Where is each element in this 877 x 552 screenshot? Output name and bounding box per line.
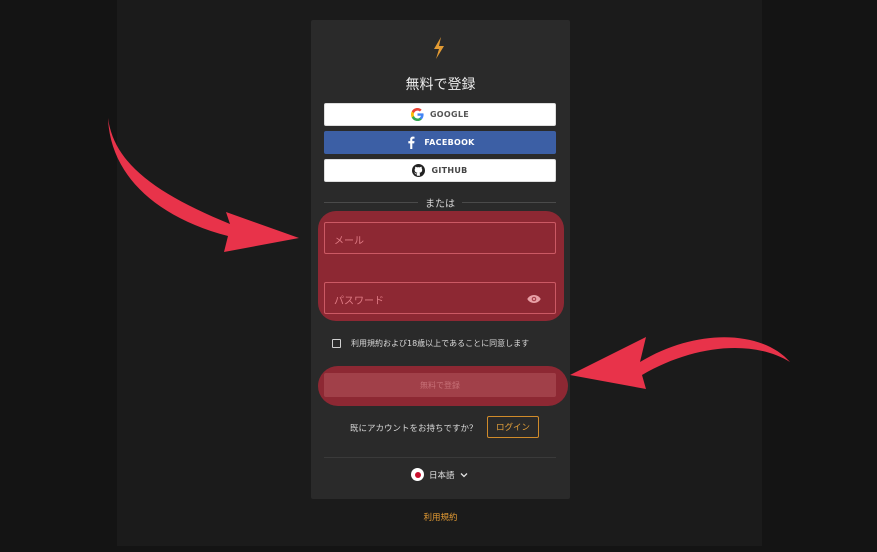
screen: 無料で登録 GOOGLE FACEBOOK GITHUB または メール パスワ… <box>0 0 877 552</box>
agree-label: 利用規約および18歳以上であることに同意します <box>351 339 530 348</box>
terms-link[interactable]: 利用規約 <box>311 511 570 523</box>
email-placeholder: メール <box>334 236 364 247</box>
signup-submit-button[interactable]: 無料で登録 <box>324 373 556 397</box>
chevron-down-icon <box>460 472 467 477</box>
google-signup-button[interactable]: GOOGLE <box>324 103 556 126</box>
or-label: または <box>418 195 462 210</box>
github-icon <box>412 164 426 177</box>
facebook-label: FACEBOOK <box>424 138 475 147</box>
footer-divider <box>324 457 556 458</box>
show-password-icon[interactable] <box>527 293 541 305</box>
japan-flag-icon <box>411 468 424 481</box>
github-signup-button[interactable]: GITHUB <box>324 159 556 182</box>
google-icon <box>410 108 424 121</box>
google-label: GOOGLE <box>429 110 470 119</box>
facebook-icon <box>408 136 415 149</box>
lightning-bolt-icon <box>434 37 444 59</box>
have-account-text: 既にアカウントをお持ちですか？ <box>350 424 478 434</box>
language-label: 日本語 <box>429 470 455 481</box>
email-field[interactable]: メール <box>324 222 556 254</box>
password-placeholder: パスワード <box>334 296 384 307</box>
page-title: 無料で登録 <box>405 77 476 93</box>
facebook-signup-button[interactable]: FACEBOOK <box>324 131 556 154</box>
password-field[interactable]: パスワード <box>324 282 556 314</box>
agree-checkbox[interactable] <box>332 339 341 348</box>
login-button[interactable]: ログイン <box>487 416 539 438</box>
left-annotation-arrow-icon <box>108 118 299 252</box>
github-label: GITHUB <box>431 166 468 175</box>
right-annotation-arrow-icon <box>570 337 790 389</box>
submit-label: 無料で登録 <box>420 380 460 390</box>
language-selector[interactable]: 日本語 <box>411 468 468 481</box>
